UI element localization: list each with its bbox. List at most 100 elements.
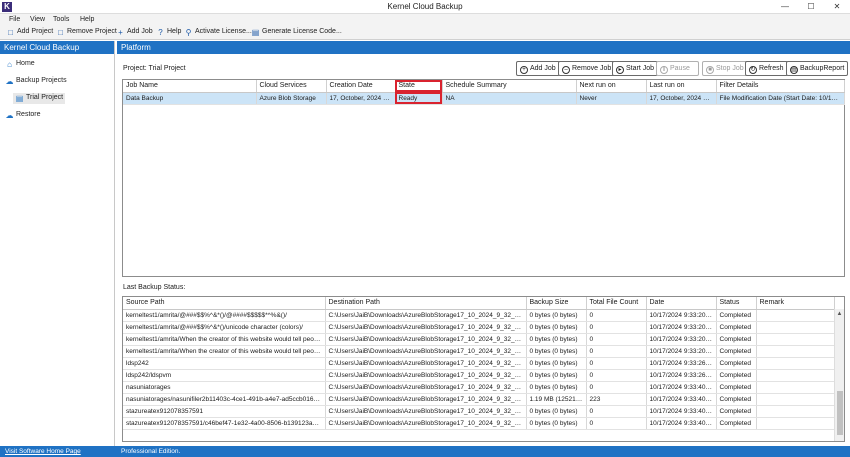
col-state[interactable]: State [395, 80, 443, 93]
backup-size-cell: 0 bytes (0 bytes) [526, 405, 587, 418]
remark-cell [756, 357, 835, 370]
generate-license-button[interactable]: ▤ Generate License Code... [251, 28, 342, 38]
col-total-file-count[interactable]: Total File Count [586, 297, 647, 310]
date-cell: 10/17/2024 9:33:20 AM [646, 309, 717, 322]
backup-size-cell: 0 bytes (0 bytes) [526, 417, 587, 430]
menu-file[interactable]: File [9, 16, 20, 23]
remark-cell [756, 309, 835, 322]
col-remark[interactable]: Remark [756, 297, 835, 310]
remark-cell [756, 393, 835, 406]
status-row[interactable]: ldsp242/ldspvm C:\Users\JaiB\Downloads\Az… [123, 369, 835, 382]
status-cell: Completed [716, 417, 757, 430]
remove-project-button[interactable]: □ Remove Project [56, 28, 117, 38]
sidebar-item-backup-projects[interactable]: ☁ Backup Projects [5, 77, 67, 86]
date-cell: 10/17/2024 9:33:20 AM [646, 321, 717, 334]
status-row[interactable]: kerneltest1/amrita/When the creator of t… [123, 345, 835, 358]
status-row[interactable]: stazureatex912078357591/c46bef47-1e32-4a… [123, 417, 835, 430]
status-row[interactable]: ldsp242 C:\Users\JaiB\Downloads\AzureBlob… [123, 357, 835, 370]
sidebar: Kernel Cloud Backup ⌂ Home ☁ Backup Projec… [0, 41, 115, 446]
col-creation-date[interactable]: Creation Date [326, 80, 396, 93]
col-last-run-on[interactable]: Last run on [646, 80, 717, 93]
col-filter-details[interactable]: Filter Details [716, 80, 845, 93]
add-job-toolbar-button[interactable]: + Add Job [116, 28, 153, 38]
add-job-button[interactable]: + Add Job [516, 61, 560, 76]
backup-report-button[interactable]: ▤ BackupReport [786, 61, 849, 76]
status-cell: Completed [716, 405, 757, 418]
project-icon: ▤ [15, 94, 24, 103]
job-row[interactable]: Data Backup Azure Blob Storage 17, Octob… [123, 92, 845, 105]
status-row[interactable]: nasuniatorages/nasunifiler2b11403c-4ce1-… [123, 393, 835, 406]
col-status[interactable]: Status [716, 297, 757, 310]
activate-license-button[interactable]: ⚲ Activate License... [184, 28, 252, 38]
file-count-cell: 0 [586, 321, 647, 334]
menu-tools[interactable]: Tools [53, 16, 69, 23]
file-count-cell: 0 [586, 333, 647, 346]
source-path-cell: ldsp242/ldspvm [123, 369, 326, 382]
col-job-name[interactable]: Job Name [123, 80, 257, 93]
col-backup-size[interactable]: Backup Size [526, 297, 587, 310]
col-cloud-services[interactable]: Cloud Services [256, 80, 327, 93]
col-schedule-summary[interactable]: Schedule Summary [442, 80, 577, 93]
status-cell: Completed [716, 345, 757, 358]
sidebar-item-restore[interactable]: ☁ Restore [5, 111, 41, 120]
remove-project-icon: □ [58, 28, 63, 37]
source-path-cell: kerneltest1/amrita/@###$$%^&*()/@####$$$… [123, 309, 326, 322]
project-label: Project: Trial Project [123, 65, 186, 72]
status-row[interactable]: kerneltest1/amrita/@###$$%^&*()/unicode … [123, 321, 835, 334]
license-icon: ▤ [251, 28, 260, 37]
col-date[interactable]: Date [646, 297, 717, 310]
sidebar-item-home[interactable]: ⌂ Home [5, 60, 35, 69]
status-row[interactable]: stazureatex912078357591 C:\Users\JaiB\Dow… [123, 405, 835, 418]
maximize-button[interactable]: ☐ [798, 0, 824, 14]
destination-path-cell: C:\Users\JaiB\Downloads\AzureBlobStorage… [325, 369, 527, 382]
menu-help[interactable]: Help [80, 16, 94, 23]
status-row[interactable]: kerneltest1/amrita/@###$$%^&*()/@####$$$… [123, 309, 835, 322]
status-cell: Completed [716, 369, 757, 382]
cloud-download-icon: ☁ [5, 111, 14, 120]
file-count-cell: 223 [586, 393, 647, 406]
status-cell: Completed [716, 321, 757, 334]
minimize-button[interactable]: — [772, 0, 798, 14]
start-job-button[interactable]: ▸ Start Job [612, 61, 659, 76]
file-count-cell: 0 [586, 345, 647, 358]
col-next-run-on[interactable]: Next run on [576, 80, 647, 93]
stop-job-button[interactable]: ■ Stop Job [702, 61, 748, 76]
remove-job-button[interactable]: – Remove Job [558, 61, 616, 76]
remark-cell [756, 333, 835, 346]
date-cell: 10/17/2024 9:33:26 AM [646, 369, 717, 382]
sidebar-item-trial-project[interactable]: ▤ Trial Project [13, 93, 66, 104]
help-button[interactable]: ? Help [156, 28, 181, 38]
backup-size-cell: 0 bytes (0 bytes) [526, 357, 587, 370]
home-page-link[interactable]: Visit Software Home Page [5, 448, 81, 455]
refresh-button[interactable]: ↻ Refresh [745, 61, 788, 76]
backup-size-cell: 0 bytes (0 bytes) [526, 321, 587, 334]
date-cell: 10/17/2024 9:33:20 AM [646, 333, 717, 346]
status-row[interactable]: nasuniatorages C:\Users\JaiB\Downloads\Az… [123, 381, 835, 394]
file-count-cell: 0 [586, 369, 647, 382]
status-scrollbar[interactable]: ▲ [834, 309, 844, 441]
status-row[interactable]: kerneltest1/amrita/When the creator of t… [123, 333, 835, 346]
pause-button[interactable]: ‖ Pause [656, 61, 699, 76]
col-source-path[interactable]: Source Path [123, 297, 326, 310]
destination-path-cell: C:\Users\JaiB\Downloads\AzureBlobStorage… [325, 381, 527, 394]
date-cell: 10/17/2024 9:33:40 AM [646, 417, 717, 430]
jobs-grid: Job Name Cloud Services Creation Date St… [122, 79, 845, 277]
col-destination-path[interactable]: Destination Path [325, 297, 527, 310]
backup-size-cell: 0 bytes (0 bytes) [526, 381, 587, 394]
next-run-cell: Never [576, 92, 647, 105]
add-project-button[interactable]: □ Add Project [6, 28, 53, 38]
close-button[interactable]: ✕ [824, 0, 850, 14]
home-icon: ⌂ [7, 60, 12, 69]
file-count-cell: 0 [586, 357, 647, 370]
status-cell: Completed [716, 381, 757, 394]
cloud-service-cell: Azure Blob Storage [256, 92, 327, 105]
file-count-cell: 0 [586, 309, 647, 322]
remark-cell [756, 417, 835, 430]
file-count-cell: 0 [586, 381, 647, 394]
menu-view[interactable]: View [30, 16, 45, 23]
scroll-thumb[interactable] [837, 391, 843, 435]
date-cell: 10/17/2024 9:33:26 AM [646, 357, 717, 370]
status-header-row: Source Path Destination Path Backup Size… [123, 297, 835, 310]
scroll-up-icon[interactable]: ▲ [835, 309, 844, 319]
status-cell: Completed [716, 333, 757, 346]
